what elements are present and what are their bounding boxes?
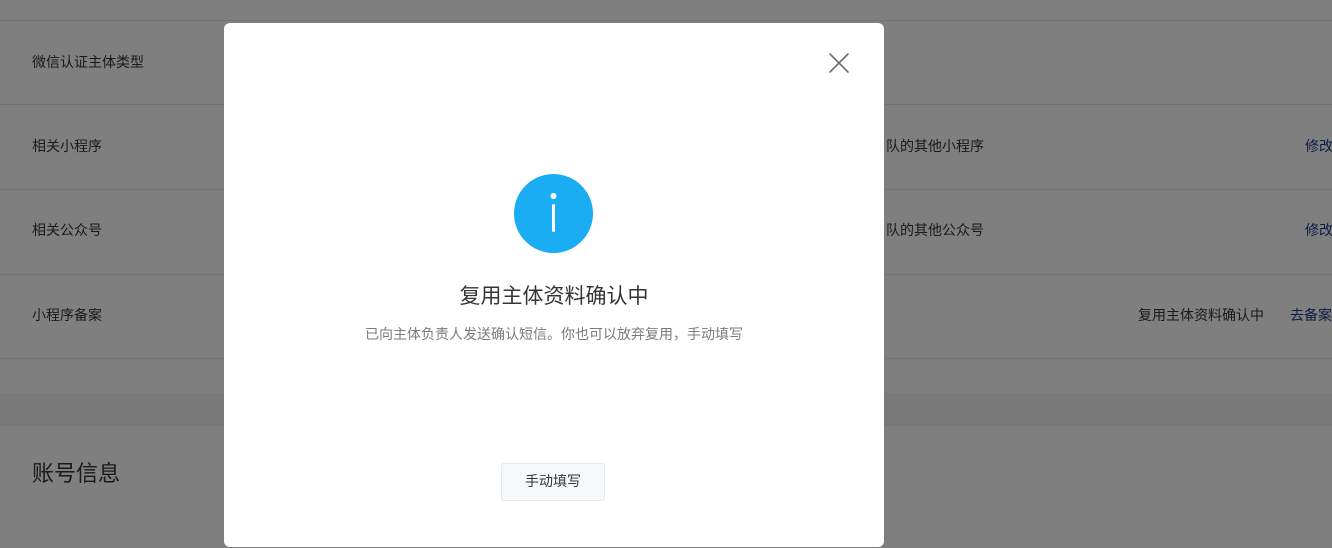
confirm-dialog: 复用主体资料确认中 已向主体负责人发送确认短信。你也可以放弃复用，手动填写 手动… <box>224 23 884 547</box>
dialog-description: 已向主体负责人发送确认短信。你也可以放弃复用，手动填写 <box>365 327 743 343</box>
info-icon <box>514 174 593 253</box>
dialog-title: 复用主体资料确认中 <box>459 284 649 308</box>
manual-fill-button[interactable]: 手动填写 <box>501 463 605 501</box>
close-icon[interactable] <box>827 51 851 75</box>
